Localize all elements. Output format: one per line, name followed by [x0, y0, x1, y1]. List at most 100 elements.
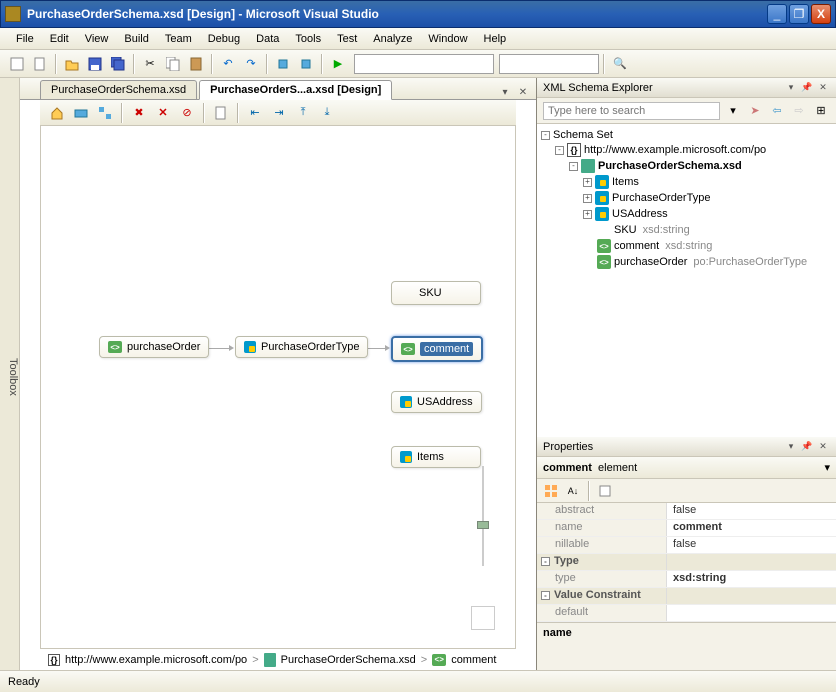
- minimize-button[interactable]: _: [767, 4, 787, 24]
- panel-close-icon[interactable]: ✕: [816, 81, 830, 95]
- cut-button[interactable]: ✂: [139, 53, 161, 75]
- property-pages-button[interactable]: [595, 481, 615, 501]
- tab-close-icon[interactable]: ✕: [516, 85, 530, 99]
- start-view-button[interactable]: [46, 102, 68, 124]
- remove-button[interactable]: ✕: [152, 102, 174, 124]
- maximize-button[interactable]: ❐: [789, 4, 809, 24]
- tree-item-usaddress[interactable]: + USAddress: [541, 206, 832, 222]
- start-debug-button[interactable]: ▶: [327, 53, 349, 75]
- menu-test[interactable]: Test: [329, 30, 365, 48]
- tab-xsd-design[interactable]: PurchaseOrderS...a.xsd [Design]: [199, 80, 392, 100]
- selector-dropdown-icon[interactable]: ▾: [824, 461, 830, 474]
- node-purchaseorder[interactable]: <> purchaseOrder: [99, 336, 209, 358]
- panel-close-icon[interactable]: ✕: [816, 440, 830, 454]
- collapse-icon[interactable]: -: [541, 557, 550, 566]
- show-xml-button[interactable]: [210, 102, 232, 124]
- breadcrumb-leaf[interactable]: comment: [451, 654, 496, 666]
- left-to-right-button[interactable]: ⇤: [244, 102, 266, 124]
- prop-row-default[interactable]: default: [537, 605, 836, 622]
- open-button[interactable]: [61, 53, 83, 75]
- search-go-icon[interactable]: ➤: [746, 102, 764, 120]
- tree-file[interactable]: - PurchaseOrderSchema.xsd: [541, 158, 832, 174]
- new-project-button[interactable]: [6, 53, 28, 75]
- expand-icon[interactable]: +: [583, 210, 592, 219]
- tree-item-purchaseorder[interactable]: <> purchaseOrder po:PurchaseOrderType: [541, 254, 832, 270]
- tree-schema-set[interactable]: - Schema Set: [541, 128, 832, 142]
- debug-config-combo[interactable]: [354, 54, 494, 74]
- collapse-icon[interactable]: -: [555, 146, 564, 155]
- menu-data[interactable]: Data: [248, 30, 287, 48]
- graph-view-button[interactable]: [94, 102, 116, 124]
- breadcrumb-file[interactable]: PurchaseOrderSchema.xsd: [281, 654, 416, 666]
- expand-icon[interactable]: +: [583, 178, 592, 187]
- tree-item-items[interactable]: + Items: [541, 174, 832, 190]
- panel-dropdown-icon[interactable]: ▾: [784, 81, 798, 95]
- find-button[interactable]: 🔍: [609, 53, 631, 75]
- menu-window[interactable]: Window: [420, 30, 475, 48]
- menu-analyze[interactable]: Analyze: [365, 30, 420, 48]
- tree-item-purchaseordertype[interactable]: + PurchaseOrderType: [541, 190, 832, 206]
- bottom-to-top-button[interactable]: ⤓: [316, 102, 338, 124]
- menu-edit[interactable]: Edit: [42, 30, 77, 48]
- remove-all-button[interactable]: ⊘: [176, 102, 198, 124]
- search-options-icon[interactable]: ⊞: [812, 102, 830, 120]
- clear-workspace-button[interactable]: ✖: [128, 102, 150, 124]
- save-all-button[interactable]: [107, 53, 129, 75]
- tree-namespace[interactable]: - {} http://www.example.microsoft.com/po: [541, 142, 832, 158]
- panel-pin-icon[interactable]: 📌: [800, 440, 814, 454]
- tab-dropdown-icon[interactable]: ▾: [498, 85, 512, 99]
- save-button[interactable]: [84, 53, 106, 75]
- navigate-back-button[interactable]: [272, 53, 294, 75]
- top-to-bottom-button[interactable]: ⤒: [292, 102, 314, 124]
- node-items[interactable]: Items: [391, 446, 481, 468]
- design-canvas[interactable]: <> purchaseOrder PurchaseOrderType SKU <…: [40, 126, 516, 648]
- redo-button[interactable]: ↷: [240, 53, 262, 75]
- menu-build[interactable]: Build: [116, 30, 156, 48]
- menu-help[interactable]: Help: [476, 30, 515, 48]
- nav-fwd-icon[interactable]: ⇨: [790, 102, 808, 120]
- copy-button[interactable]: [162, 53, 184, 75]
- prop-row-name[interactable]: namecomment: [537, 520, 836, 537]
- search-dropdown-icon[interactable]: ▾: [724, 102, 742, 120]
- prop-category-type[interactable]: -Type: [537, 554, 836, 571]
- categorized-button[interactable]: [541, 481, 561, 501]
- nav-back-icon[interactable]: ⇦: [768, 102, 786, 120]
- menu-team[interactable]: Team: [157, 30, 200, 48]
- expand-icon[interactable]: +: [583, 194, 592, 203]
- navigate-fwd-button[interactable]: [295, 53, 317, 75]
- toolbox-panel-tab[interactable]: Toolbox: [0, 78, 20, 670]
- prop-row-abstract[interactable]: abstractfalse: [537, 503, 836, 520]
- close-button[interactable]: X: [811, 4, 831, 24]
- menu-debug[interactable]: Debug: [200, 30, 248, 48]
- right-to-left-button[interactable]: ⇥: [268, 102, 290, 124]
- zoom-thumb[interactable]: [477, 521, 489, 529]
- properties-selector[interactable]: comment element ▾: [537, 457, 836, 479]
- paste-button[interactable]: [185, 53, 207, 75]
- collapse-icon[interactable]: -: [541, 591, 550, 600]
- node-usaddress[interactable]: USAddress: [391, 391, 482, 413]
- node-purchaseordertype[interactable]: PurchaseOrderType: [235, 336, 368, 358]
- menu-file[interactable]: File: [8, 30, 42, 48]
- zoom-slider[interactable]: [477, 466, 489, 596]
- new-file-button[interactable]: [29, 53, 51, 75]
- content-model-view-button[interactable]: [70, 102, 92, 124]
- collapse-icon[interactable]: -: [541, 131, 550, 140]
- prop-row-nillable[interactable]: nillablefalse: [537, 537, 836, 554]
- tree-item-sku[interactable]: SKU xsd:string: [541, 222, 832, 238]
- platform-combo[interactable]: [499, 54, 599, 74]
- breadcrumb-namespace[interactable]: http://www.example.microsoft.com/po: [65, 654, 247, 666]
- tab-xsd-source[interactable]: PurchaseOrderSchema.xsd: [40, 80, 197, 99]
- undo-button[interactable]: ↶: [217, 53, 239, 75]
- alphabetical-button[interactable]: A↓: [563, 481, 583, 501]
- node-sku[interactable]: SKU: [391, 281, 481, 305]
- zoom-fit-button[interactable]: [471, 606, 495, 630]
- panel-pin-icon[interactable]: 📌: [800, 81, 814, 95]
- prop-row-type[interactable]: typexsd:string: [537, 571, 836, 588]
- tree-item-comment[interactable]: <> comment xsd:string: [541, 238, 832, 254]
- prop-category-value-constraint[interactable]: -Value Constraint: [537, 588, 836, 605]
- node-comment[interactable]: <> comment: [391, 336, 483, 362]
- panel-dropdown-icon[interactable]: ▾: [784, 440, 798, 454]
- collapse-icon[interactable]: -: [569, 162, 578, 171]
- menu-view[interactable]: View: [77, 30, 117, 48]
- menu-tools[interactable]: Tools: [287, 30, 329, 48]
